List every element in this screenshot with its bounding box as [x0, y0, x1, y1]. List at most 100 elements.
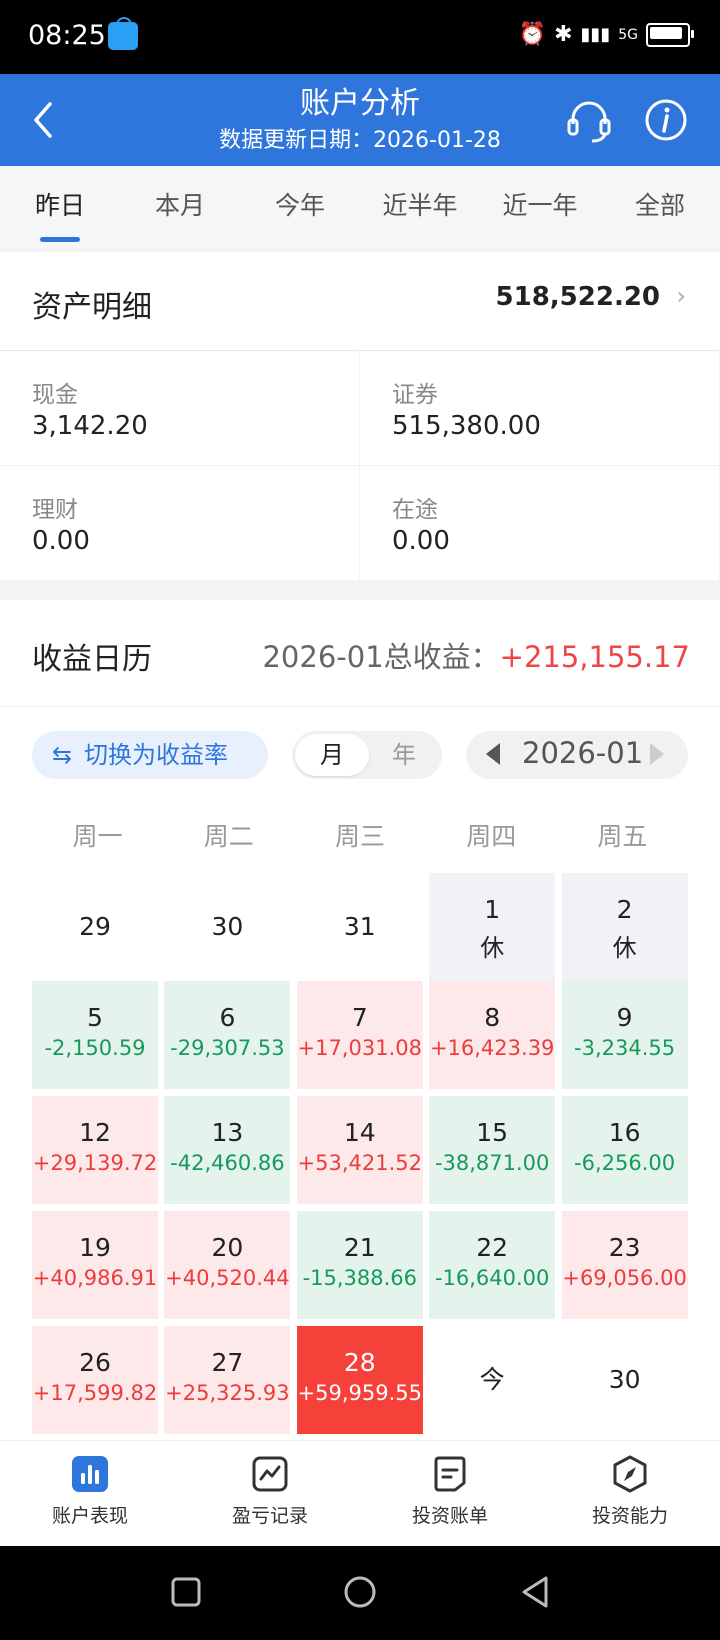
- day-number: 9: [616, 1003, 633, 1032]
- calendar-day[interactable]: 7 +17,031.08: [296, 981, 423, 1089]
- calendar-day[interactable]: 30: [164, 873, 290, 981]
- tab-one-year[interactable]: 近一年: [480, 166, 600, 250]
- calendar-day-today[interactable]: 28 +59,959.55: [296, 1326, 423, 1434]
- weekday-tue: 周二: [203, 822, 254, 851]
- day-number: 20: [211, 1233, 244, 1262]
- asset-cash: 现金 3,142.20: [0, 351, 359, 465]
- calendar-day[interactable]: 26 +17,599.82: [32, 1326, 158, 1434]
- calendar-day[interactable]: 8 +16,423.39: [429, 981, 556, 1089]
- day-number: 31: [343, 912, 376, 941]
- tab-half-year[interactable]: 近半年: [360, 166, 480, 250]
- calendar-day[interactable]: 31: [297, 873, 423, 981]
- switch-to-rate-button[interactable]: ⇆ 切换为收益率: [32, 731, 268, 779]
- profit-calendar-title: 收益日历: [32, 642, 152, 677]
- day-number: 27: [211, 1348, 244, 1377]
- asset-detail-label: 资产明细: [32, 290, 152, 325]
- calendar-day[interactable]: 29: [32, 873, 158, 981]
- month-total-label: 2026-01总收益：: [262, 640, 500, 674]
- holiday-label: 休: [612, 934, 637, 962]
- tab-this-year[interactable]: 今年: [240, 166, 360, 250]
- day-profit: +29,139.72: [32, 1151, 158, 1175]
- holiday-label: 休: [480, 934, 505, 962]
- home-icon[interactable]: [342, 1574, 378, 1610]
- customer-service-icon[interactable]: [566, 98, 612, 144]
- calendar-day[interactable]: 16 -6,256.00: [561, 1096, 688, 1204]
- day-number: 2: [616, 895, 633, 924]
- day-profit: -16,640.00: [434, 1266, 550, 1290]
- asset-securities-label: 证券: [392, 382, 438, 408]
- bottom-nav: 账户表现 盈亏记录 投资账单 投资能力: [0, 1440, 720, 1547]
- asset-in-transit-value: 0.00: [392, 526, 450, 556]
- calendar-day[interactable]: 20 +40,520.44: [164, 1211, 291, 1319]
- tab-all[interactable]: 全部: [600, 166, 720, 250]
- month-total-value: +215,155.17: [499, 640, 690, 674]
- current-month: 2026-01: [522, 736, 644, 770]
- calendar-day[interactable]: 9 -3,234.55: [561, 981, 688, 1089]
- update-date: 数据更新日期：2026-01-28: [219, 128, 501, 153]
- nav-investment-ability[interactable]: 投资能力: [540, 1441, 720, 1547]
- day-number: 29: [79, 912, 111, 941]
- calendar-day[interactable]: 22 -16,640.00: [429, 1211, 556, 1319]
- calendar-day[interactable]: 13 -42,460.86: [164, 1096, 291, 1204]
- day-number: 22: [476, 1233, 509, 1262]
- calendar-day[interactable]: 5 -2,150.59: [32, 981, 158, 1089]
- system-back-icon[interactable]: [518, 1574, 554, 1610]
- tab-yesterday[interactable]: 昨日: [0, 166, 120, 250]
- shopping-bag-icon: [108, 17, 138, 50]
- recent-apps-icon[interactable]: [170, 1576, 202, 1608]
- system-nav-bar: [0, 1546, 720, 1640]
- prev-month-icon[interactable]: [486, 743, 500, 765]
- status-time: 08:25: [28, 20, 106, 51]
- network-type: 5G: [618, 26, 638, 43]
- day-number: 28: [343, 1348, 376, 1377]
- day-number: 30: [608, 1365, 641, 1394]
- status-icons: ⏰ ✱ ▮▮▮ 5G: [519, 22, 694, 47]
- day-number: 12: [79, 1118, 111, 1147]
- toggle-year[interactable]: 年: [369, 734, 439, 776]
- calendar-day[interactable]: 15 -38,871.00: [429, 1096, 556, 1204]
- asset-wealth-label: 理财: [32, 497, 78, 523]
- status-bar: 08:25 ⏰ ✱ ▮▮▮ 5G: [0, 0, 720, 74]
- day-number: 6: [219, 1003, 236, 1032]
- next-month-icon[interactable]: [650, 743, 664, 765]
- bill-icon: [434, 1456, 466, 1492]
- nav-profit-loss-record[interactable]: 盈亏记录: [180, 1441, 360, 1547]
- nav-investment-ability-label: 投资能力: [591, 1505, 668, 1527]
- compass-icon: [613, 1455, 647, 1493]
- day-profit: +69,056.00: [562, 1266, 687, 1290]
- day-profit: +40,520.44: [165, 1266, 290, 1290]
- calendar-day[interactable]: 14 +53,421.52: [296, 1096, 423, 1204]
- nav-investment-bill-label: 投资账单: [411, 1505, 488, 1527]
- calendar-day[interactable]: 27 +25,325.93: [164, 1326, 291, 1434]
- day-profit: -2,150.59: [44, 1036, 146, 1060]
- calendar-day[interactable]: 21 -15,388.66: [296, 1211, 423, 1319]
- tab-this-month[interactable]: 本月: [120, 166, 240, 250]
- day-number: 21: [343, 1233, 376, 1262]
- calendar-day[interactable]: 今: [429, 1326, 555, 1434]
- asset-total: 518,522.20: [495, 282, 660, 312]
- asset-detail-row[interactable]: 资产明细 518,522.20 ›: [0, 252, 720, 351]
- day-number: 16: [608, 1118, 641, 1147]
- calendar-day[interactable]: 1休: [429, 873, 556, 981]
- calendar-day[interactable]: 19 +40,986.91: [32, 1211, 158, 1319]
- calendar-day[interactable]: 30: [562, 1326, 688, 1434]
- calendar-day[interactable]: 23 +69,056.00: [561, 1211, 688, 1319]
- calendar-day[interactable]: 12 +29,139.72: [32, 1096, 158, 1204]
- month-selector: 2026-01: [466, 731, 688, 779]
- app-header: 账户分析 数据更新日期：2026-01-28: [0, 74, 720, 166]
- calendar-day[interactable]: 2休: [561, 873, 688, 981]
- nav-investment-bill[interactable]: 投资账单: [360, 1441, 540, 1547]
- day-number: 23: [608, 1233, 641, 1262]
- calendar-day[interactable]: 6 -29,307.53: [164, 981, 291, 1089]
- day-number: 13: [211, 1118, 244, 1147]
- asset-in-transit-label: 在途: [392, 497, 438, 523]
- day-number: 8: [484, 1003, 501, 1032]
- day-number: 26: [79, 1348, 111, 1377]
- info-icon[interactable]: [644, 98, 688, 142]
- day-profit: +40,986.91: [32, 1266, 158, 1290]
- switch-label: 切换为收益率: [84, 741, 228, 769]
- nav-account-performance[interactable]: 账户表现: [0, 1441, 180, 1547]
- day-profit: -3,234.55: [574, 1036, 676, 1060]
- day-profit: -42,460.86: [170, 1151, 285, 1175]
- toggle-month[interactable]: 月: [295, 734, 369, 776]
